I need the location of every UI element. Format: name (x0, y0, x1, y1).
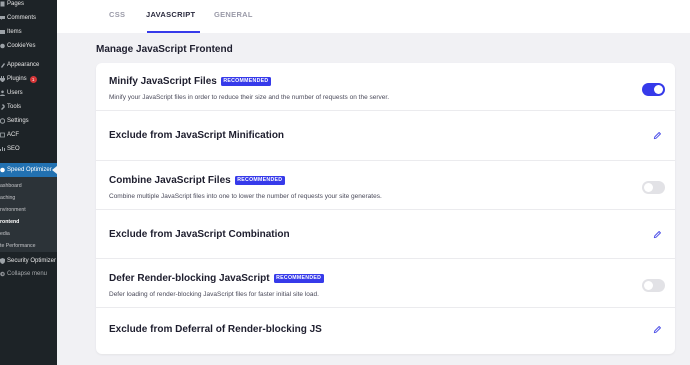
menu-label: Settings (7, 118, 29, 124)
plugins-update-badge: 1 (29, 75, 37, 83)
setting-title: Exclude from JavaScript Combination (109, 229, 290, 240)
edit-pencil-icon[interactable] (653, 131, 662, 140)
tab-javascript[interactable]: JAVASCRIPT (146, 10, 195, 19)
setting-row-combine-js: Combine JavaScript Files RECOMMENDED Com… (96, 161, 675, 210)
menu-label: SEO (7, 146, 20, 152)
setting-row-minify-js: Minify JavaScript Files RECOMMENDED Mini… (96, 63, 675, 111)
setting-title: Exclude from Deferral of Render-blocking… (109, 324, 322, 335)
combine-js-toggle[interactable] (642, 181, 665, 194)
menu-label: Pages (7, 1, 25, 7)
setting-title: Minify JavaScript Files RECOMMENDED (109, 76, 271, 87)
submenu-item-environment[interactable]: nvironment (0, 204, 57, 215)
section-title: Manage JavaScript Frontend (96, 44, 233, 55)
menu-item-settings[interactable]: Settings (0, 114, 57, 128)
menu-label: Appearance (7, 62, 40, 68)
tab-css[interactable]: CSS (109, 10, 125, 19)
menu-label: Users (7, 90, 23, 96)
menu-item-speed-optimizer[interactable]: Speed Optimizer (0, 163, 57, 177)
acf-icon (0, 132, 5, 138)
menu-item-acf[interactable]: ACF (0, 128, 57, 142)
users-icon (0, 90, 5, 96)
menu-item-seo[interactable]: SEO (0, 142, 57, 156)
menu-label: Tools (7, 104, 22, 110)
menu-label: Items (7, 29, 22, 35)
menu-item-items[interactable]: Items (0, 25, 57, 39)
menu-label: CookieYes (7, 43, 36, 49)
recommended-badge: RECOMMENDED (234, 176, 285, 185)
cookieyes-icon (0, 43, 5, 49)
defer-js-toggle[interactable] (642, 279, 665, 292)
setting-title: Defer Render-blocking JavaScript RECOMME… (109, 273, 324, 284)
menu-item-comments[interactable]: Comments (0, 11, 57, 25)
recommended-badge: RECOMMENDED (273, 274, 324, 283)
settings-tabs: CSS JAVASCRIPT GENERAL (57, 0, 690, 33)
toggle-knob (644, 183, 653, 192)
tab-general[interactable]: GENERAL (214, 10, 253, 19)
menu-label: Collapse menu (7, 271, 48, 277)
menu-item-appearance[interactable]: Appearance (0, 58, 57, 72)
main-content: Manage JavaScript Frontend Minify JavaSc… (57, 33, 690, 365)
speed-optimizer-icon (0, 167, 5, 173)
menu-label: Plugins (7, 76, 27, 82)
setting-title: Exclude from JavaScript Minification (109, 130, 285, 141)
menu-label: ACF (7, 132, 19, 138)
menu-item-plugins[interactable]: Plugins 1 (0, 72, 57, 86)
menu-item-pages[interactable]: Pages (0, 0, 57, 11)
items-icon (0, 29, 5, 35)
seo-icon (0, 146, 5, 152)
edit-pencil-icon[interactable] (653, 230, 662, 239)
collapse-icon (0, 271, 5, 277)
menu-item-users[interactable]: Users (0, 86, 57, 100)
setting-row-exclude-combination: Exclude from JavaScript Combination (96, 210, 675, 259)
setting-title: Combine JavaScript Files RECOMMENDED (109, 175, 285, 186)
menu-label: Speed Optimizer (7, 167, 52, 173)
submenu-item-site-performance[interactable]: te Performance (0, 240, 57, 251)
setting-description: Defer loading of render-blocking JavaScr… (109, 291, 319, 298)
submenu-item-caching[interactable]: aching (0, 192, 57, 203)
appearance-icon (0, 62, 5, 68)
toggle-knob (654, 85, 663, 94)
menu-label: Comments (7, 15, 37, 21)
setting-row-defer-js: Defer Render-blocking JavaScript RECOMME… (96, 259, 675, 308)
setting-row-exclude-deferral: Exclude from Deferral of Render-blocking… (96, 308, 675, 354)
submenu-item-dashboard[interactable]: ashboard (0, 180, 57, 191)
minify-js-toggle[interactable] (642, 83, 665, 96)
admin-sidebar: Pages Comments Items CookieYes Appearanc… (0, 0, 57, 365)
edit-pencil-icon[interactable] (653, 325, 662, 334)
recommended-badge: RECOMMENDED (220, 77, 271, 86)
security-optimizer-icon (0, 258, 5, 264)
plugins-icon (0, 76, 5, 82)
tools-icon (0, 104, 5, 110)
menu-label: Security Optimizer (7, 258, 57, 264)
setting-description: Minify your JavaScript files in order to… (109, 94, 389, 101)
setting-description: Combine multiple JavaScript files into o… (109, 193, 382, 200)
menu-item-security-optimizer[interactable]: Security Optimizer (0, 254, 57, 268)
pages-icon (0, 1, 5, 7)
menu-item-tools[interactable]: Tools (0, 100, 57, 114)
submenu-item-frontend[interactable]: rontend (0, 216, 57, 227)
toggle-knob (644, 281, 653, 290)
collapse-menu-button[interactable]: Collapse menu (0, 267, 57, 281)
menu-item-cookieyes[interactable]: CookieYes (0, 39, 57, 53)
settings-icon (0, 118, 5, 124)
setting-row-exclude-minification: Exclude from JavaScript Minification (96, 111, 675, 161)
submenu-item-media[interactable]: edia (0, 228, 57, 239)
settings-card: Minify JavaScript Files RECOMMENDED Mini… (96, 63, 675, 354)
comments-icon (0, 15, 5, 21)
